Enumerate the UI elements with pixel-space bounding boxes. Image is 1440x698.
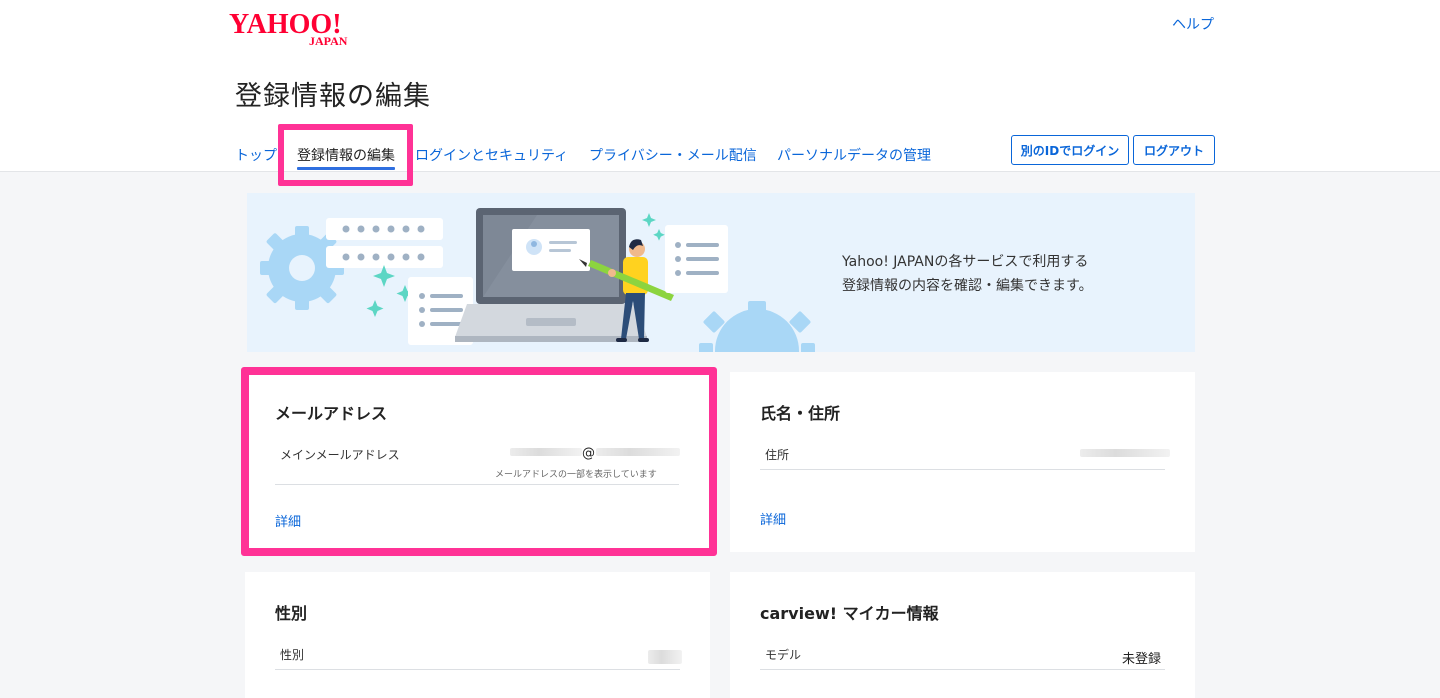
page-title: 登録情報の編集 [235,81,431,112]
carview-card-title: carview! マイカー情報 [760,604,939,623]
redacted-address [1080,449,1170,457]
gender-card-title: 性別 [275,604,308,623]
gender-label: 性別 [280,648,305,662]
row-divider [760,669,1165,670]
banner-text-line1: Yahoo! JAPANの各サービスで利用する [842,254,1089,270]
address-label: 住所 [765,448,790,462]
svg-text:JAPAN: JAPAN [309,34,348,48]
top-header: YAHOO! JAPAN ヘルプ 登録情報の編集 トップ 登録情報の編集 ログイ… [0,0,1440,186]
model-value: 未登録 [1121,652,1161,667]
banner-text-line2: 登録情報の内容を確認・編集できます。 [842,278,1093,294]
model-label: モデル [765,648,802,662]
banner-illustration [260,208,815,352]
tab-login-security[interactable]: ログインとセキュリティ [415,145,568,165]
gear-icon [699,301,815,352]
highlight-box-email-card [241,367,717,556]
row-divider [275,669,680,670]
tab-privacy-mail[interactable]: プライバシー・メール配信 [589,145,757,165]
yahoo-japan-logo[interactable]: YAHOO! JAPAN [229,8,369,48]
carview-card: carview! マイカー情報 モデル 未登録 [730,572,1195,698]
name-address-card-title: 氏名・住所 [760,404,841,423]
redacted-gender [648,650,682,664]
row-divider [760,469,1165,470]
name-address-card: 氏名・住所 住所 詳細 [730,372,1195,552]
name-address-detail-link[interactable]: 詳細 [760,509,786,528]
login-other-id-button[interactable]: 別のIDでログイン [1011,135,1129,165]
info-banner: Yahoo! JAPANの各サービスで利用する 登録情報の内容を確認・編集できま… [247,193,1195,352]
gender-card: 性別 性別 [245,572,710,698]
logout-button[interactable]: ログアウト [1133,135,1215,165]
help-link[interactable]: ヘルプ [1172,14,1214,34]
tab-top[interactable]: トップ [235,145,277,165]
tab-personal-data[interactable]: パーソナルデータの管理 [777,145,931,165]
highlight-box-tab [278,124,413,186]
